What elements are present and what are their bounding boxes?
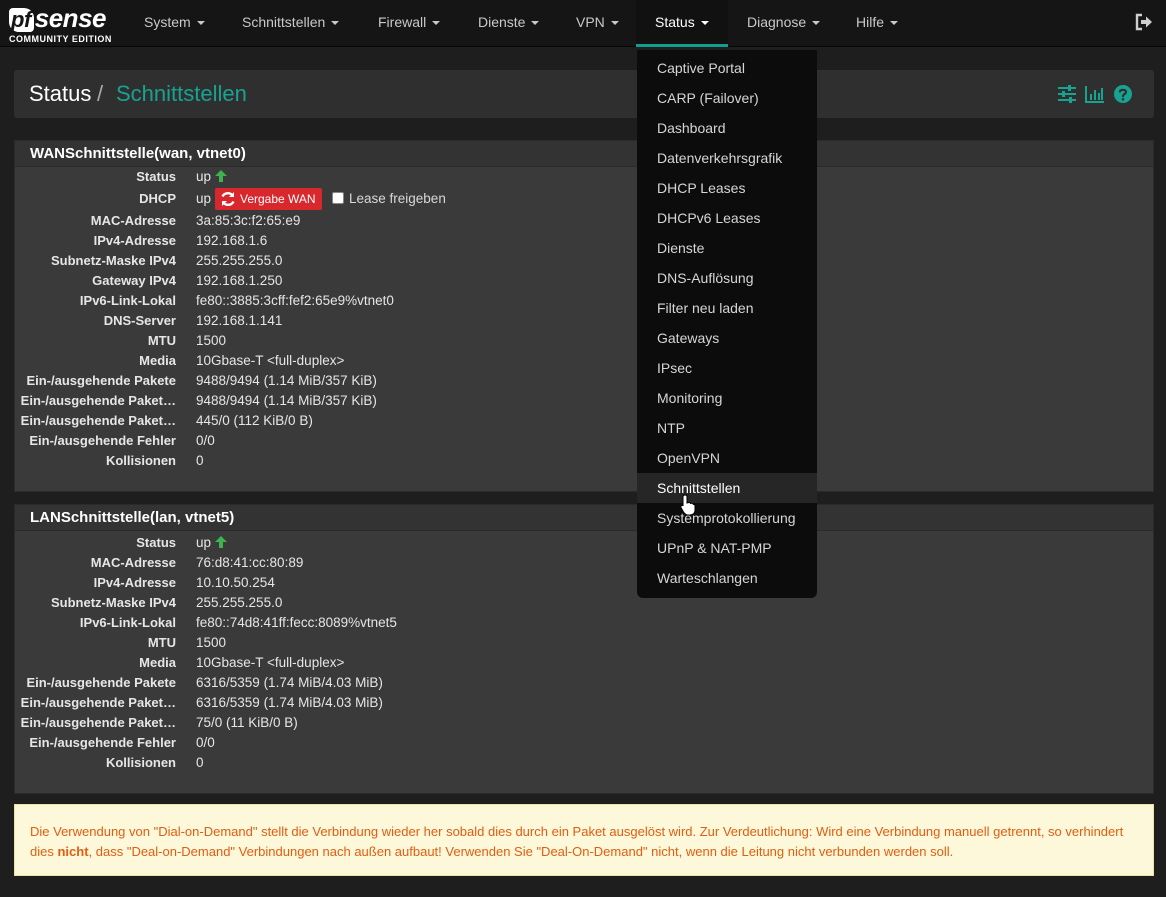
- sign-out-icon[interactable]: [1134, 12, 1154, 32]
- wan-row-packets-pass: Ein-/ausgehende Paket… 9488/9494 (1.14 Mi…: [20, 393, 377, 408]
- menu-item-dhcp-leases[interactable]: DHCP Leases: [637, 173, 817, 203]
- hand-pointer-cursor-icon: [680, 494, 696, 516]
- menu-item-carp[interactable]: CARP (Failover): [637, 83, 817, 113]
- lan-row-ipv4: IPv4-Adresse 10.10.50.254: [93, 575, 275, 590]
- caret-down-icon: [890, 21, 899, 26]
- menu-item-filter-reload[interactable]: Filter neu laden: [637, 293, 817, 323]
- status-dropdown-menu: Captive Portal CARP (Failover) Dashboard…: [637, 50, 817, 598]
- wan-interface-panel: WANSchnittstelle(wan, vtnet0) Status up …: [14, 140, 1154, 492]
- breadcrumb-root[interactable]: Status: [29, 81, 91, 107]
- lan-row-packets-block: Ein-/ausgehende Paket… 75/0 (11 KiB/0 B): [20, 715, 298, 730]
- wan-row-media: Media 10Gbase-T <full-duplex>: [139, 353, 345, 368]
- lan-row-media: Media 10Gbase-T <full-duplex>: [139, 655, 345, 670]
- lan-row-subnet: Subnetz-Maske IPv4 255.255.255.0: [51, 595, 283, 610]
- wan-row-errors: Ein-/ausgehende Fehler 0/0: [29, 433, 215, 448]
- lan-row-mac: MAC-Adresse 76:d8:41:cc:80:89: [90, 555, 304, 570]
- menu-item-ntp[interactable]: NTP: [637, 413, 817, 443]
- wan-row-status: Status up: [15, 167, 1115, 187]
- wan-row-mtu: MTU 1500: [147, 333, 227, 348]
- wan-row-gateway: Gateway IPv4 192.168.1.250: [92, 273, 283, 288]
- nav-firewall[interactable]: Firewall: [364, 0, 464, 47]
- question-circle-icon[interactable]: [1112, 83, 1134, 105]
- caret-down-icon: [610, 21, 619, 26]
- wan-row-dhcp: DHCP up Vergabe WAN Lease freigeben: [15, 188, 1115, 210]
- menu-item-monitoring[interactable]: Monitoring: [637, 383, 817, 413]
- nav-diagnose[interactable]: Diagnose: [733, 0, 833, 47]
- renew-wan-button[interactable]: Vergabe WAN: [215, 188, 322, 210]
- logo-subtitle: COMMUNITY EDITION: [9, 34, 112, 44]
- caret-down-icon: [531, 21, 540, 26]
- top-navbar: pf sense COMMUNITY EDITION System Schnitt…: [0, 0, 1166, 47]
- menu-item-dashboard[interactable]: Dashboard: [637, 113, 817, 143]
- caret-down-icon: [700, 21, 709, 26]
- lan-row-ipv6-link-local: IPv6-Link-Lokal fe80::74d8:41ff:fecc:8089…: [79, 615, 397, 630]
- nav-schnittstellen[interactable]: Schnittstellen: [228, 0, 354, 47]
- arrow-up-icon: [215, 170, 228, 182]
- nav-status[interactable]: Status: [636, 0, 728, 47]
- wan-row-packets: Ein-/ausgehende Pakete 9488/9494 (1.14 Mi…: [26, 373, 377, 388]
- menu-item-interfaces[interactable]: Schnittstellen: [637, 473, 817, 503]
- menu-item-ipsec[interactable]: IPsec: [637, 353, 817, 383]
- caret-down-icon: [432, 21, 441, 26]
- nav-hilfe[interactable]: Hilfe: [842, 0, 912, 47]
- lan-row-packets-pass: Ein-/ausgehende Paket… 6316/5359 (1.74 Mi…: [20, 695, 383, 710]
- page-header: Status / Schnittstellen: [14, 70, 1154, 118]
- lan-row-status: Status up: [15, 533, 1115, 553]
- wan-row-packets-block: Ein-/ausgehende Paket… 445/0 (112 KiB/0 B…: [20, 413, 313, 428]
- lan-row-errors: Ein-/ausgehende Fehler 0/0: [29, 735, 215, 750]
- lan-panel-title: LANSchnittstelle(lan, vtnet5): [15, 505, 1153, 531]
- wan-row-dns: DNS-Server 192.168.1.141: [103, 313, 283, 328]
- wan-row-subnet: Subnetz-Maske IPv4 255.255.255.0: [51, 253, 283, 268]
- wan-row-ipv6-link-local: IPv6-Link-Lokal fe80::3885:3cff:fef2:65e9…: [79, 293, 394, 308]
- pfsense-logo[interactable]: pf sense COMMUNITY EDITION: [9, 4, 119, 44]
- wan-panel-title: WANSchnittstelle(wan, vtnet0): [15, 141, 1153, 167]
- menu-item-dhcpv6-leases[interactable]: DHCPv6 Leases: [637, 203, 817, 233]
- refresh-icon: [221, 191, 235, 207]
- menu-item-queues[interactable]: Warteschlangen: [637, 563, 817, 593]
- menu-item-dns-resolver[interactable]: DNS-Auflösung: [637, 263, 817, 293]
- checkbox[interactable]: [332, 192, 344, 204]
- lan-row-collisions: Kollisionen 0: [105, 755, 204, 770]
- nav-vpn[interactable]: VPN: [562, 0, 634, 47]
- wan-row-collisions: Kollisionen 0: [105, 453, 204, 468]
- nav-dienste[interactable]: Dienste: [464, 0, 554, 47]
- menu-item-services[interactable]: Dienste: [637, 233, 817, 263]
- lan-row-mtu: MTU 1500: [147, 635, 227, 650]
- caret-down-icon: [331, 21, 340, 26]
- wan-row-mac: MAC-Adresse 3a:85:3c:f2:65:e9: [90, 213, 301, 228]
- dial-on-demand-warning: Die Verwendung von "Dial-on-Demand" stel…: [14, 804, 1154, 876]
- wan-row-ipv4: IPv4-Adresse 192.168.1.6: [93, 233, 268, 248]
- nav-system[interactable]: System: [130, 0, 218, 47]
- menu-item-traffic-graph[interactable]: Datenverkehrsgrafik: [637, 143, 817, 173]
- logo-text: pf sense: [9, 3, 107, 33]
- caret-down-icon: [196, 21, 205, 26]
- sliders-icon[interactable]: [1056, 83, 1078, 105]
- menu-item-gateways[interactable]: Gateways: [637, 323, 817, 353]
- page-title[interactable]: Schnittstellen: [116, 81, 247, 107]
- breadcrumb-separator: /: [97, 81, 104, 106]
- menu-item-upnp[interactable]: UPnP & NAT-PMP: [637, 533, 817, 563]
- caret-down-icon: [812, 21, 821, 26]
- menu-item-captive-portal[interactable]: Captive Portal: [637, 53, 817, 83]
- arrow-up-icon: [215, 536, 228, 548]
- menu-item-system-logs[interactable]: Systemprotokollierung: [637, 503, 817, 533]
- lan-interface-panel: LANSchnittstelle(lan, vtnet5) Status up …: [14, 504, 1154, 794]
- menu-item-openvpn[interactable]: OpenVPN: [637, 443, 817, 473]
- release-lease-checkbox[interactable]: Lease freigeben: [332, 189, 446, 209]
- lan-row-packets: Ein-/ausgehende Pakete 6316/5359 (1.74 Mi…: [26, 675, 383, 690]
- bar-chart-icon[interactable]: [1084, 83, 1106, 105]
